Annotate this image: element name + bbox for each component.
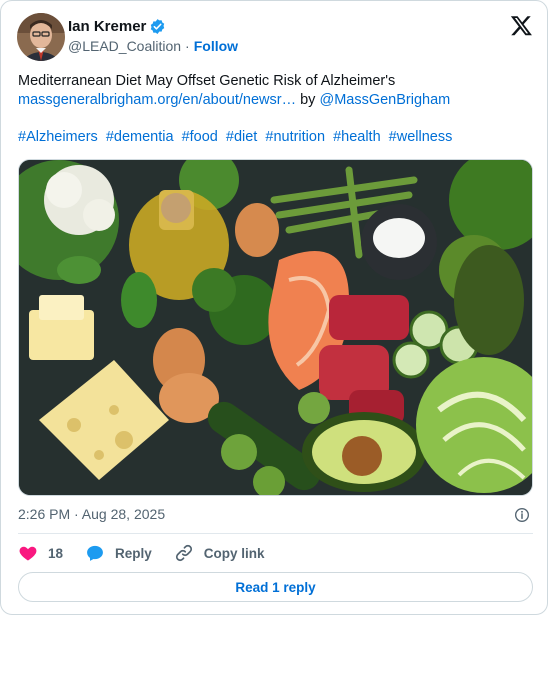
reply-label: Reply xyxy=(115,545,152,561)
separator-dot: · xyxy=(185,38,190,54)
mention-link[interactable]: @MassGenBrigham xyxy=(319,92,450,108)
avatar[interactable] xyxy=(17,13,65,61)
author-name-row[interactable]: Ian Kremer xyxy=(68,18,166,35)
tweet-photo[interactable] xyxy=(18,159,533,496)
tweet-text: Mediterranean Diet May Offset Genetic Ri… xyxy=(18,72,533,110)
author-handle[interactable]: @LEAD_Coalition xyxy=(68,38,181,54)
hashtag[interactable]: #wellness xyxy=(389,129,453,145)
reply-button[interactable]: Reply xyxy=(85,543,152,563)
hashtag[interactable]: #health xyxy=(333,129,381,145)
verified-badge-icon xyxy=(149,18,166,35)
info-icon[interactable] xyxy=(514,507,530,523)
article-link[interactable]: massgeneralbrigham.org/en/about/newsr… xyxy=(18,92,296,108)
link-icon xyxy=(175,544,192,562)
hashtag-list: #Alzheimers #dementia #food #diet #nutri… xyxy=(18,129,456,145)
hashtag[interactable]: #food xyxy=(182,129,218,145)
by-text: by xyxy=(300,92,316,108)
tweet-line1: Mediterranean Diet May Offset Genetic Ri… xyxy=(18,73,396,89)
follow-button[interactable]: Follow xyxy=(194,38,238,54)
copy-link-button[interactable]: Copy link xyxy=(174,543,265,563)
hashtag[interactable]: #Alzheimers xyxy=(18,129,98,145)
author-name[interactable]: Ian Kremer xyxy=(68,18,146,35)
read-replies-button[interactable]: Read 1 reply xyxy=(18,572,533,602)
hashtag[interactable]: #dementia xyxy=(106,129,174,145)
like-button[interactable]: 18 xyxy=(18,543,63,563)
hashtag[interactable]: #diet xyxy=(226,129,257,145)
copy-link-label: Copy link xyxy=(203,545,265,561)
handle-row: @LEAD_Coalition · Follow xyxy=(68,38,238,54)
reply-bubble-icon xyxy=(87,545,103,561)
action-bar: 18 Reply Copy link xyxy=(18,542,287,564)
tweet-card: Ian Kremer @LEAD_Coalition · Follow Medi… xyxy=(0,0,548,615)
divider xyxy=(18,533,533,534)
hashtag[interactable]: #nutrition xyxy=(265,129,325,145)
food-illustration xyxy=(19,160,532,495)
x-logo-icon[interactable] xyxy=(510,14,533,37)
heart-icon xyxy=(19,546,37,561)
like-count: 18 xyxy=(48,545,64,561)
tweet-timestamp[interactable]: 2:26 PM · Aug 28, 2025 xyxy=(18,506,165,522)
